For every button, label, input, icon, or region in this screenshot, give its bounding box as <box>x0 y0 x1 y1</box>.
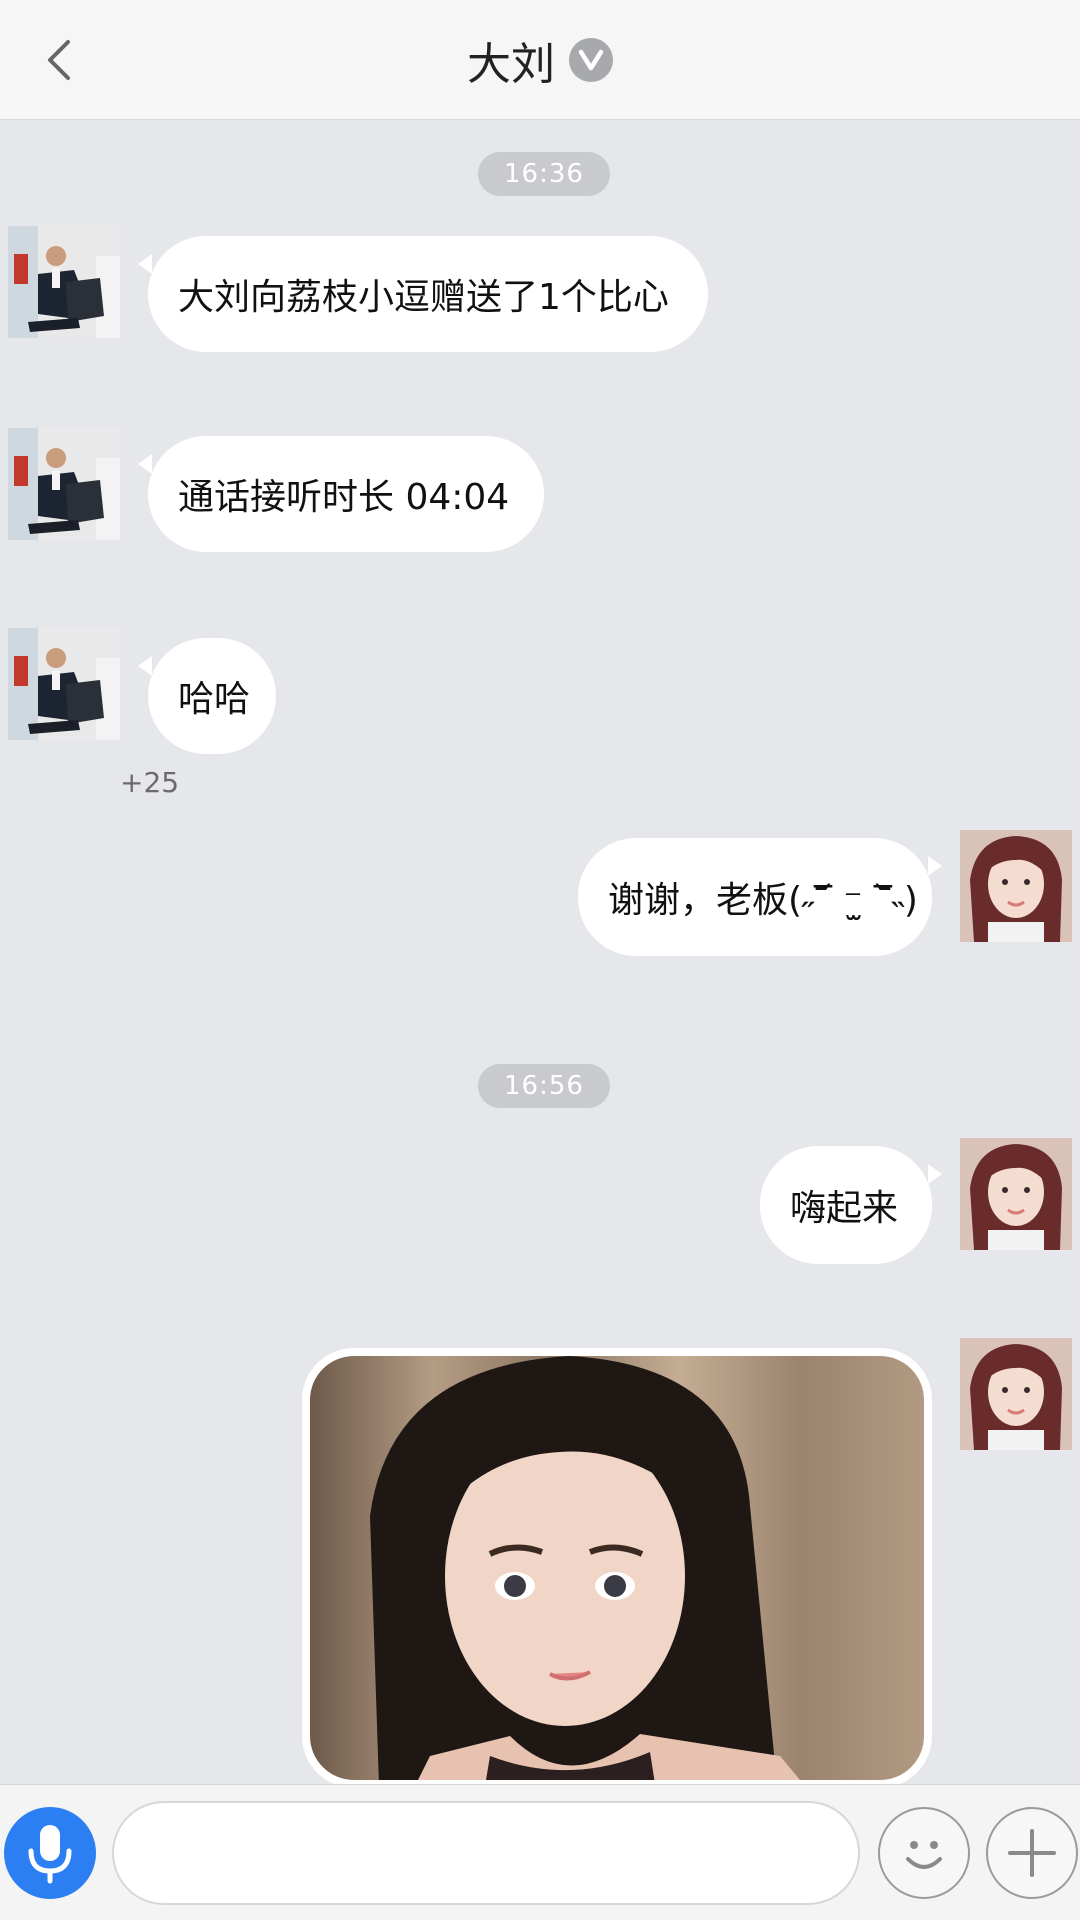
photo-message[interactable] <box>302 1348 932 1788</box>
message-text: 嗨起来 <box>790 1188 899 1229</box>
photo-image <box>310 1356 924 1780</box>
message-text: 大刘向荔枝小逗赠送了1个比心 <box>178 277 669 318</box>
smiley-icon <box>906 1841 942 1869</box>
timestamp: 16:36 <box>478 152 610 196</box>
avatar[interactable] <box>960 830 1072 942</box>
avatar[interactable] <box>8 428 120 540</box>
v-badge-icon <box>569 38 613 82</box>
like-count: +25 <box>120 766 180 799</box>
avatar[interactable] <box>8 226 120 338</box>
message-bubble[interactable]: 通话接听时长 04:04 <box>138 436 544 552</box>
message-text: 通话接听时长 04:04 <box>178 477 510 518</box>
page-title: 大刘 <box>467 39 555 90</box>
avatar[interactable] <box>8 628 120 740</box>
message-bubble[interactable]: 哈哈 <box>138 638 276 754</box>
timestamp: 16:56 <box>478 1064 610 1108</box>
message-bubble[interactable]: 嗨起来 <box>760 1146 942 1264</box>
message-bubble[interactable]: 谢谢，老板(˶‾᷄ ⁻̫ ‾᷅˵) <box>578 838 942 956</box>
plus-icon <box>1008 1829 1056 1877</box>
avatar[interactable] <box>960 1338 1072 1450</box>
avatar[interactable] <box>960 1138 1072 1250</box>
chat-header: 大刘 <box>0 0 1080 120</box>
title-area: 大刘 <box>0 0 1080 120</box>
message-text: 哈哈 <box>178 679 251 720</box>
message-input[interactable] <box>112 1801 860 1905</box>
more-button[interactable] <box>986 1807 1078 1899</box>
message-bubble[interactable]: 大刘向荔枝小逗赠送了1个比心 <box>138 236 708 352</box>
message-text: 谢谢，老板(˶‾᷄ ⁻̫ ‾᷅˵) <box>608 880 918 921</box>
input-bar <box>0 1784 1080 1920</box>
microphone-icon <box>28 1825 72 1884</box>
voice-button[interactable] <box>4 1807 96 1899</box>
emoji-button[interactable] <box>878 1807 970 1899</box>
